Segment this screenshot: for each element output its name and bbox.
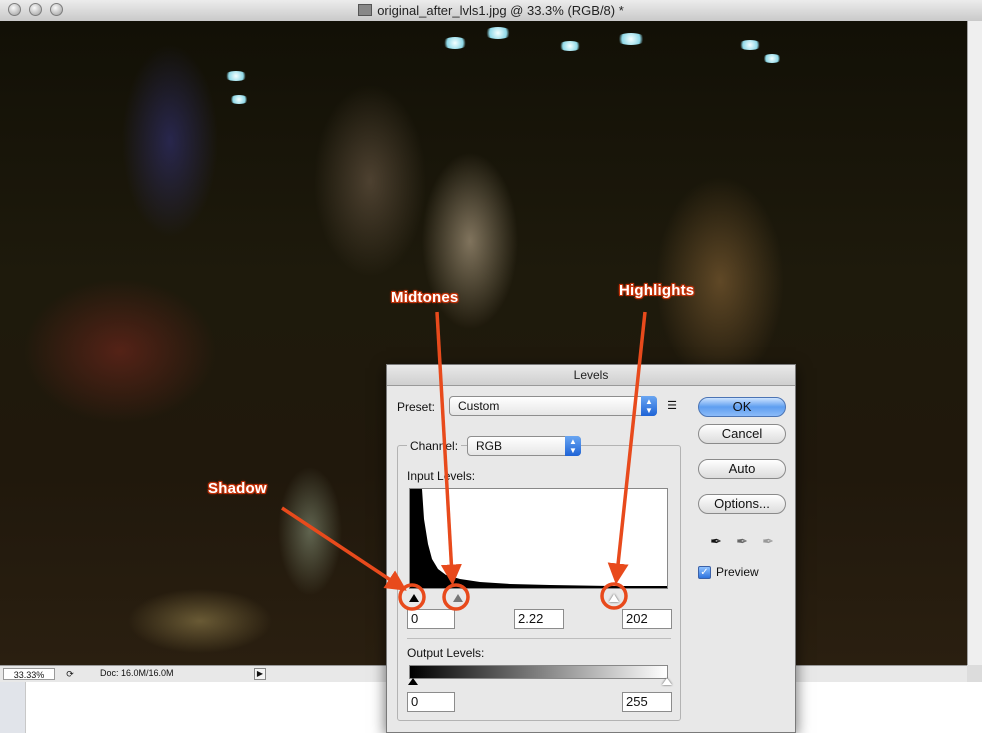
auto-button[interactable]: Auto: [698, 459, 786, 479]
output-gradient: [409, 665, 668, 679]
input-highlight-field[interactable]: 202: [622, 609, 672, 629]
dialog-title: Levels: [387, 365, 795, 386]
channel-label: Channel:: [407, 439, 462, 453]
channel-value: RGB: [476, 439, 503, 453]
levels-dialog: Levels Preset: Custom ▲ ▼ ☰ Channel: RGB …: [386, 364, 796, 733]
highlights-callout: Highlights: [619, 282, 695, 299]
input-gamma-field[interactable]: 2.22: [514, 609, 564, 629]
preset-value: Custom: [458, 399, 500, 413]
ceiling-light: [558, 41, 582, 51]
preview-checkbox[interactable]: ✓: [698, 566, 711, 579]
popup-arrows-icon: ▲ ▼: [565, 436, 581, 456]
ceiling-light: [442, 37, 468, 49]
input-levels-label: Input Levels:: [407, 469, 476, 483]
popup-arrows-icon: ▲ ▼: [641, 396, 657, 416]
output-white-slider-handle[interactable]: [662, 678, 672, 685]
output-black-slider-handle[interactable]: [408, 678, 418, 685]
vertical-scrollbar[interactable]: [967, 21, 982, 665]
histogram-graph: [410, 489, 667, 588]
highlight-slider-handle[interactable]: [609, 594, 619, 602]
document-size: Doc: 16.0M/16.0M: [100, 668, 174, 678]
midtone-slider-handle[interactable]: [453, 594, 463, 602]
shadow-slider-handle[interactable]: [409, 594, 419, 602]
ceiling-light: [229, 95, 249, 104]
input-levels-slider[interactable]: [409, 590, 668, 604]
preview-label: Preview: [716, 565, 759, 579]
histogram: [409, 488, 668, 589]
status-menu-arrow-icon[interactable]: ▶: [254, 668, 266, 680]
zoom-level-field[interactable]: 33.33%: [3, 668, 55, 680]
input-shadow-field[interactable]: 0: [407, 609, 455, 629]
preset-options-icon[interactable]: ☰: [663, 397, 681, 415]
shadow-callout: Shadow: [208, 480, 267, 497]
window-title: original_after_lvls1.jpg @ 33.3% (RGB/8)…: [0, 3, 982, 18]
white-eyedropper-icon[interactable]: ✒: [759, 533, 777, 549]
background-strip: [0, 682, 26, 733]
cancel-button[interactable]: Cancel: [698, 424, 786, 444]
document-proxy-icon: [358, 4, 373, 16]
ceiling-light: [616, 33, 646, 45]
ceiling-light: [224, 71, 248, 81]
status-info-icon[interactable]: ⟳: [63, 668, 77, 680]
output-white-field[interactable]: 255: [622, 692, 672, 712]
black-eyedropper-icon[interactable]: ✒: [707, 533, 725, 549]
options-button[interactable]: Options...: [698, 494, 786, 514]
section-divider: [407, 638, 671, 639]
output-black-field[interactable]: 0: [407, 692, 455, 712]
ceiling-light: [484, 27, 512, 39]
window-titlebar[interactable]: original_after_lvls1.jpg @ 33.3% (RGB/8)…: [0, 0, 982, 22]
gray-eyedropper-icon[interactable]: ✒: [733, 533, 751, 549]
channel-select[interactable]: RGB ▲ ▼: [467, 436, 581, 456]
ceiling-light: [738, 40, 762, 50]
preset-select[interactable]: Custom ▲ ▼: [449, 396, 657, 416]
preset-label: Preset:: [397, 400, 436, 414]
ok-button[interactable]: OK: [698, 397, 786, 417]
ceiling-light: [762, 54, 782, 63]
midtones-callout: Midtones: [391, 289, 459, 306]
output-levels-label: Output Levels:: [407, 646, 485, 660]
